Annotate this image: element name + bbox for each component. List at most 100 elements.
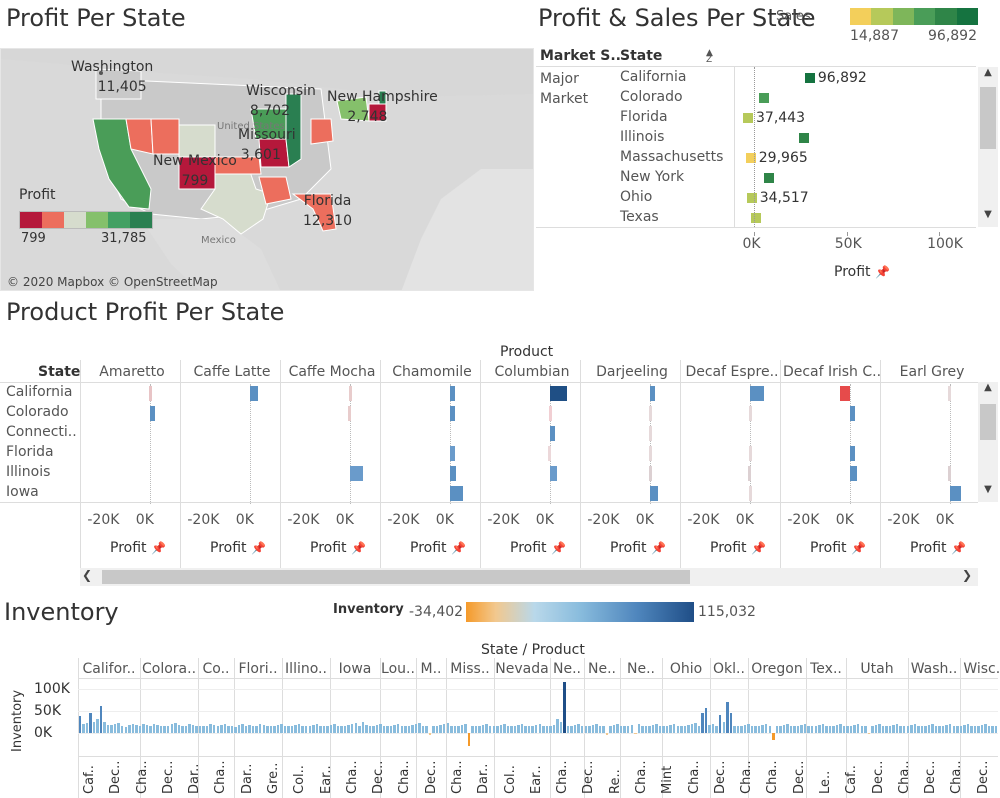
profit-bar[interactable] xyxy=(349,386,353,401)
pin-icon[interactable]: 📌 xyxy=(151,541,166,555)
inventory-bar[interactable] xyxy=(365,724,368,733)
inventory-bar[interactable] xyxy=(251,725,255,733)
inventory-bar[interactable] xyxy=(308,726,312,733)
inventory-bar[interactable] xyxy=(312,724,315,733)
inventory-bar[interactable] xyxy=(584,725,588,733)
inventory-bar[interactable] xyxy=(899,725,902,733)
inventory-bar[interactable] xyxy=(145,724,149,733)
inventory-bar[interactable] xyxy=(917,725,920,733)
inventory-bar[interactable] xyxy=(396,723,400,733)
inventory-bar[interactable] xyxy=(793,725,796,733)
inventory-bar[interactable] xyxy=(683,726,687,733)
profit-bar[interactable] xyxy=(548,446,552,461)
inventory-bar[interactable] xyxy=(230,726,234,733)
inventory-bar[interactable] xyxy=(931,723,934,733)
inventory-bar[interactable] xyxy=(796,726,800,733)
inventory-bar[interactable] xyxy=(181,725,184,733)
inventory-bar[interactable] xyxy=(290,726,294,733)
profit-bar[interactable] xyxy=(948,386,952,401)
inventory-bar[interactable] xyxy=(828,725,832,733)
pin-icon[interactable]: 📌 xyxy=(351,541,366,555)
inventory-bar[interactable] xyxy=(106,724,110,733)
inventory-bar[interactable] xyxy=(350,723,354,733)
profit-bar[interactable] xyxy=(449,486,463,501)
inventory-bar[interactable] xyxy=(945,724,948,733)
profit-bar[interactable] xyxy=(349,466,364,481)
inventory-state-header[interactable]: Nevada xyxy=(494,661,550,677)
inventory-bar[interactable] xyxy=(128,724,131,733)
inventory-bar[interactable] xyxy=(768,725,772,733)
inventory-bar[interactable] xyxy=(956,725,959,733)
inventory-bar[interactable] xyxy=(283,725,287,733)
inventory-bar[interactable] xyxy=(842,725,846,733)
inventory-bar[interactable] xyxy=(358,725,361,733)
inventory-bar[interactable] xyxy=(927,724,931,733)
profit-sales-scrollbar[interactable]: ▲ ▼ xyxy=(978,67,998,227)
inventory-bar[interactable] xyxy=(634,732,637,734)
inventory-bar[interactable] xyxy=(315,723,319,733)
inventory-bar[interactable] xyxy=(262,724,266,733)
inventory-bar[interactable] xyxy=(411,724,414,733)
inventory-state-header[interactable]: Miss.. xyxy=(446,661,494,677)
inventory-bar[interactable] xyxy=(421,725,425,733)
inventory-bar[interactable] xyxy=(347,724,350,733)
inventory-bar[interactable] xyxy=(131,723,135,733)
inventory-bar[interactable] xyxy=(414,723,418,733)
inventory-bar[interactable] xyxy=(934,725,938,733)
inventory-bar[interactable] xyxy=(701,712,704,733)
inventory-bar[interactable] xyxy=(534,724,538,733)
profit-bar[interactable] xyxy=(840,386,850,401)
inventory-bar[interactable] xyxy=(941,726,945,733)
inventory-bar[interactable] xyxy=(234,727,237,733)
inventory-bar[interactable] xyxy=(580,725,584,733)
inventory-bar[interactable] xyxy=(216,725,220,733)
inventory-bar[interactable] xyxy=(520,723,524,733)
inventory-bar[interactable] xyxy=(205,726,209,733)
inventory-bar[interactable] xyxy=(665,726,669,733)
inventory-bar[interactable] xyxy=(644,725,648,733)
profit-bar[interactable] xyxy=(849,446,856,461)
state-row-label[interactable]: Massachusetts xyxy=(620,149,723,165)
inventory-bar[interactable] xyxy=(301,725,304,733)
inventory-bar[interactable] xyxy=(276,724,280,733)
profit-bar[interactable] xyxy=(449,386,456,401)
inventory-bar[interactable] xyxy=(527,725,531,733)
state-row-label[interactable]: New York xyxy=(620,169,684,185)
profit-mark[interactable] xyxy=(751,213,762,223)
state-row-label[interactable]: Colorado xyxy=(6,404,69,420)
inventory-bar[interactable] xyxy=(386,725,389,733)
inventory-bar[interactable] xyxy=(626,726,630,733)
inventory-bar[interactable] xyxy=(287,725,290,733)
inventory-state-header[interactable]: Ne.. xyxy=(584,661,620,677)
product-column-header[interactable]: Chamomile xyxy=(382,364,482,380)
inventory-bar[interactable] xyxy=(987,725,991,733)
inventory-bar[interactable] xyxy=(779,726,782,733)
inventory-bar[interactable] xyxy=(510,725,513,733)
inventory-bar[interactable] xyxy=(736,725,740,733)
inventory-bar[interactable] xyxy=(885,725,888,733)
profit-bar[interactable] xyxy=(149,406,156,421)
inventory-state-header[interactable]: Oregon xyxy=(748,661,806,677)
inventory-bar[interactable] xyxy=(195,726,198,733)
inventory-bar[interactable] xyxy=(874,724,878,733)
pin-icon[interactable]: 📌 xyxy=(951,541,966,555)
product-column-header[interactable]: Darjeeling xyxy=(582,364,682,380)
inventory-bar[interactable] xyxy=(860,725,864,733)
inventory-bar[interactable] xyxy=(924,726,927,733)
state-row-label[interactable]: Iowa xyxy=(6,484,39,500)
inventory-bar[interactable] xyxy=(963,724,966,733)
inventory-bar[interactable] xyxy=(89,712,92,733)
inventory-bar[interactable] xyxy=(99,706,103,733)
pin-icon[interactable]: 📌 xyxy=(851,541,866,555)
profit-bar[interactable] xyxy=(449,466,457,481)
inventory-bar[interactable] xyxy=(149,725,152,733)
inventory-bar[interactable] xyxy=(825,725,828,733)
profit-bar[interactable] xyxy=(749,386,765,401)
inventory-bar[interactable] xyxy=(733,725,736,733)
inventory-bar[interactable] xyxy=(577,723,580,733)
inventory-bar[interactable] xyxy=(849,726,853,733)
state-row-label[interactable]: Connecti.. xyxy=(6,424,77,440)
inventory-bar[interactable] xyxy=(467,732,471,746)
state-row-label[interactable]: Ohio xyxy=(620,189,652,205)
inventory-bar[interactable] xyxy=(984,723,987,733)
